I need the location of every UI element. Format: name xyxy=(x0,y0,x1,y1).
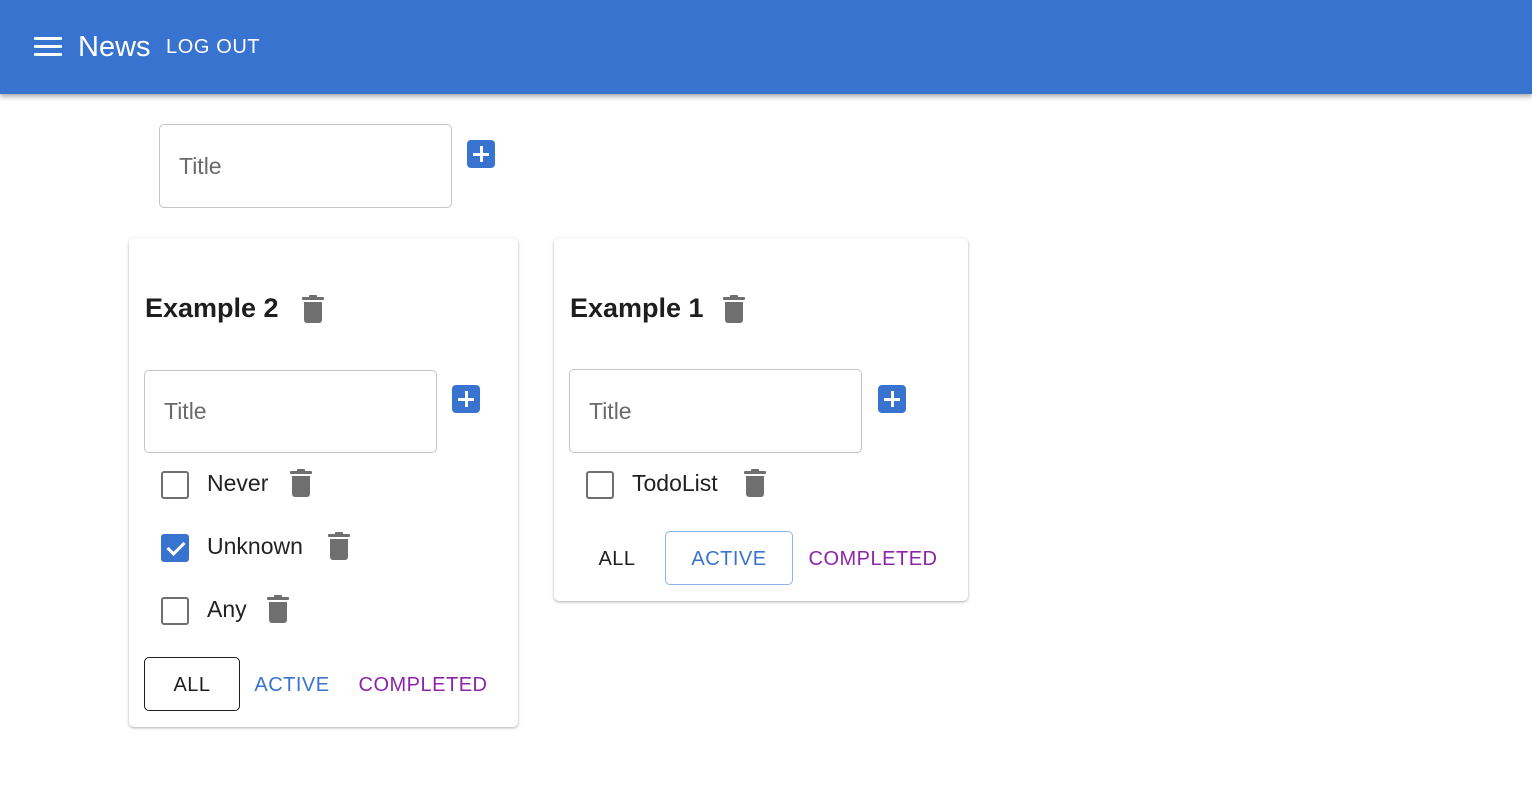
delete-task-trash-icon[interactable] xyxy=(266,595,290,624)
logout-button[interactable]: LOG OUT xyxy=(166,36,260,58)
delete-task-trash-icon[interactable] xyxy=(743,469,767,498)
new-list-title-input[interactable] xyxy=(179,125,440,207)
task-title-input[interactable] xyxy=(164,371,425,452)
filter-active-button[interactable]: ACTIVE xyxy=(245,657,339,711)
delete-list-trash-icon[interactable] xyxy=(722,295,746,324)
task-checkbox[interactable] xyxy=(161,597,189,625)
task-title-input[interactable] xyxy=(589,370,850,452)
filter-completed-button[interactable]: COMPLETED xyxy=(349,657,497,711)
filter-all-button[interactable]: ALL xyxy=(144,657,240,711)
delete-list-trash-icon[interactable] xyxy=(301,295,325,324)
todolist-title: Example 2 xyxy=(145,293,279,323)
task-label: Never xyxy=(207,470,269,496)
todolist-card: Example 1 TodoList ALL ACTIVE COMPLETED xyxy=(554,238,968,601)
task-checkbox[interactable] xyxy=(161,471,189,499)
filter-active-button[interactable]: ACTIVE xyxy=(665,531,793,585)
task-title-field[interactable] xyxy=(569,369,862,453)
add-task-button[interactable] xyxy=(878,385,906,413)
add-task-button[interactable] xyxy=(452,385,480,413)
app-title: News xyxy=(78,31,151,63)
task-label: Any xyxy=(207,596,247,622)
task-label: TodoList xyxy=(632,470,718,496)
task-checkbox[interactable] xyxy=(586,471,614,499)
task-checkbox-checked[interactable] xyxy=(161,534,189,562)
filter-all-button[interactable]: ALL xyxy=(580,531,654,585)
todolist-card: Example 2 Never Unknown Any ALL ACTIVE C… xyxy=(129,238,518,727)
delete-task-trash-icon[interactable] xyxy=(289,469,313,498)
delete-task-trash-icon[interactable] xyxy=(327,532,351,561)
menu-icon[interactable] xyxy=(30,32,66,62)
task-title-field[interactable] xyxy=(144,370,437,453)
new-list-title-field[interactable] xyxy=(159,124,452,208)
task-label: Unknown xyxy=(207,533,303,559)
app-bar: News LOG OUT xyxy=(0,0,1532,94)
todolist-title: Example 1 xyxy=(570,293,704,323)
add-list-button[interactable] xyxy=(467,140,495,168)
filter-completed-button[interactable]: COMPLETED xyxy=(800,531,946,585)
